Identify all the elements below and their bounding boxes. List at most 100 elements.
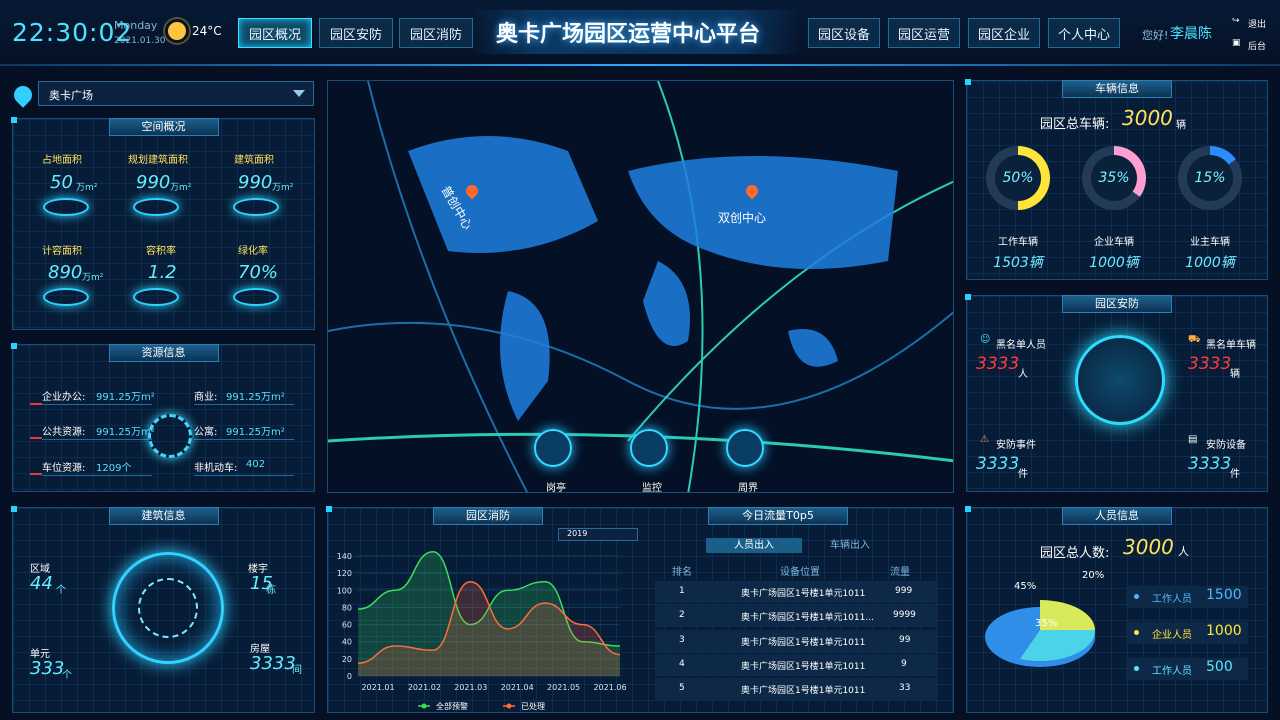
nav-fire[interactable]: 园区消防 xyxy=(399,18,473,48)
divider xyxy=(194,439,294,440)
header-divider xyxy=(0,64,1280,66)
ring-label: 工作车辆 xyxy=(998,237,1038,248)
stat-value: 990 xyxy=(136,172,171,193)
location-select[interactable]: 奥卡广场 xyxy=(38,81,314,106)
resource-value: 991.25万m² xyxy=(226,392,285,403)
security-value: 3333 xyxy=(976,454,1020,474)
resource-key: 车位资源: xyxy=(42,463,86,474)
vehicle-unit: 辆 xyxy=(1176,120,1186,131)
flow-value: 9999 xyxy=(893,610,916,620)
y-tick-label: 120 xyxy=(337,569,352,578)
location: 奥卡广场园区1号楼1单元1011 xyxy=(741,686,866,696)
table-row[interactable]: 4 奥卡广场园区1号楼1单元1011 9 xyxy=(655,654,938,676)
resource-key: 公寓: xyxy=(194,427,218,438)
divider xyxy=(194,404,294,405)
ring-count: 1503辆 xyxy=(993,255,1043,271)
year-select[interactable]: 2019 xyxy=(558,528,638,541)
location: 奥卡广场园区1号楼1单元1011 xyxy=(741,662,866,672)
date: 2021.01.30 xyxy=(114,36,166,46)
panel-title: 园区安防 xyxy=(1062,295,1172,313)
camera-button[interactable] xyxy=(630,429,668,467)
backend-label[interactable]: 后台 xyxy=(1248,39,1266,52)
stat-value: 890 xyxy=(48,262,83,283)
alert-icon: ⚠ xyxy=(980,434,989,445)
security-unit: 辆 xyxy=(1230,369,1240,380)
panel-title: 建筑信息 xyxy=(108,507,219,525)
panel-title: 空间概况 xyxy=(108,118,219,136)
vehicle-total: 3000 xyxy=(1122,106,1173,130)
stat-pedestal-icon xyxy=(233,288,279,306)
flow-value: 9 xyxy=(901,659,907,669)
resource-key: 公共资源: xyxy=(42,427,86,438)
security-value: 3333 xyxy=(976,354,1020,374)
weekday: Monday xyxy=(114,19,158,32)
perimeter-button[interactable] xyxy=(726,429,764,467)
nav-operations[interactable]: 园区运营 xyxy=(888,18,960,48)
nav-security[interactable]: 园区安防 xyxy=(319,18,393,48)
legend-label: 工作人员 xyxy=(1152,666,1192,677)
resource-value: 991.25万m² xyxy=(96,392,155,403)
stat-unit: 万m² xyxy=(170,183,192,193)
table-row[interactable]: 3 奥卡广场园区1号楼1单元1011 99 xyxy=(655,630,938,652)
exit-label[interactable]: 退出 xyxy=(1248,17,1266,30)
stat-label: 绿化率 xyxy=(238,246,268,257)
fire-chart: 0 20 40 60 80 100 120 140 2021.01 2021.02 2021.03 2… xyxy=(337,550,627,710)
x-tick-label: 2021.01 xyxy=(361,683,394,692)
resource-key: 企业办公: xyxy=(42,392,86,403)
tab-people-flow[interactable]: 人员出入 xyxy=(706,538,802,553)
stat-label: 规划建筑面积 xyxy=(128,155,188,166)
tab-vehicle-flow[interactable]: 车辆出入 xyxy=(804,538,896,553)
user-name[interactable]: 李晨陈 xyxy=(1170,23,1212,43)
nav-overview[interactable]: 园区概况 xyxy=(238,18,312,48)
security-value: 3333 xyxy=(1188,354,1232,374)
sentry-booth-button[interactable] xyxy=(534,429,572,467)
exit-icon[interactable]: ↪ xyxy=(1232,16,1240,26)
resource-value: 991.25万m² xyxy=(226,427,285,438)
table-row[interactable]: 1 奥卡广场园区1号楼1单元1011 999 xyxy=(655,581,938,603)
y-tick-label: 80 xyxy=(342,603,352,612)
legend-dot xyxy=(1134,594,1139,599)
stat-unit: 栋 xyxy=(266,585,276,596)
nav-companies[interactable]: 园区企业 xyxy=(968,18,1040,48)
people-total: 3000 xyxy=(1123,535,1174,559)
map-view[interactable]: 普创中心 双创中心 岗亭 监控 周界 xyxy=(327,80,954,493)
x-tick-label: 2021.06 xyxy=(593,683,626,692)
stat-value: 1.2 xyxy=(148,262,177,283)
stat-label: 容积率 xyxy=(146,246,176,257)
stat-value: 3333 xyxy=(250,653,296,674)
y-tick-label: 0 xyxy=(347,672,352,681)
pie-pct: 35% xyxy=(1035,618,1058,629)
pie-pct: 20% xyxy=(1082,570,1105,581)
backend-icon[interactable]: ▣ xyxy=(1232,38,1241,48)
chevron-down-icon[interactable] xyxy=(293,90,305,97)
divider xyxy=(42,404,152,405)
stat-label: 占地面积 xyxy=(42,155,82,166)
location-pin-icon xyxy=(10,82,36,108)
people-total-label: 园区总人数: xyxy=(1040,546,1110,561)
rank: 4 xyxy=(679,659,685,669)
radar-icon xyxy=(148,414,192,458)
legend-value: 1000 xyxy=(1206,623,1242,639)
stat-value: 44 xyxy=(30,573,53,594)
y-tick-label: 40 xyxy=(342,638,352,647)
legend-dot xyxy=(421,703,427,709)
legend-item: 企业人员 1000 xyxy=(1126,622,1248,644)
greeting: 您好! xyxy=(1142,29,1169,42)
resource-key: 商业: xyxy=(194,392,218,403)
resource-value: 991.25万m² xyxy=(96,427,155,438)
table-row[interactable]: 5 奥卡广场园区1号楼1单元1011 33 xyxy=(655,678,938,700)
nav-profile[interactable]: 个人中心 xyxy=(1048,18,1120,48)
legend-value: 500 xyxy=(1206,659,1233,675)
nav-devices[interactable]: 园区设备 xyxy=(808,18,880,48)
person-icon: ☺ xyxy=(980,334,991,345)
table-row[interactable]: 2 奥卡广场园区1号楼1单元1011... 9999 xyxy=(655,605,938,627)
ring-label: 企业车辆 xyxy=(1094,237,1134,248)
marker xyxy=(30,403,42,405)
rank: 5 xyxy=(679,683,685,693)
stat-value: 50 xyxy=(50,172,73,193)
resource-value: 402 xyxy=(246,459,266,470)
panel-title: 园区消防 xyxy=(433,507,543,525)
stat-pedestal-icon xyxy=(133,198,179,216)
y-tick-label: 140 xyxy=(337,552,352,561)
stat-value: 333 xyxy=(30,658,65,679)
